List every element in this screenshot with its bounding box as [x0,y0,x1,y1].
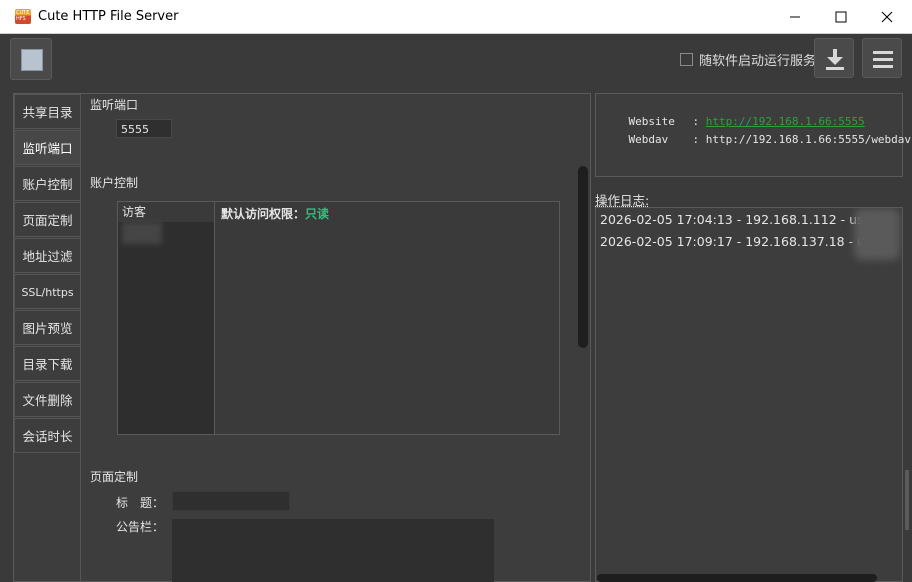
title-bar: CUTE HFS Cute HTTP File Server [0,0,912,34]
maximize-icon [835,11,847,23]
app-icon: CUTE HFS [15,9,31,24]
port-section-title: 监听端口 [90,98,139,112]
notice-textarea[interactable] [172,519,494,582]
nav-item-session-duration[interactable]: 会话时长 [14,418,80,453]
app-icon-text: CUTE HFS [16,10,30,22]
maximize-button[interactable] [818,0,864,33]
title-label: 标 题： [116,496,165,510]
default-permission: 默认访问权限：只读 [221,205,329,222]
menu-button[interactable] [862,38,902,78]
default-permission-value[interactable]: 只读 [305,207,329,221]
blurred-region [854,208,900,260]
page-section-title: 页面定制 [90,470,139,484]
download-button[interactable] [814,38,854,78]
hamburger-icon [873,51,893,68]
account-list[interactable]: 访客 [118,202,215,434]
stop-icon [21,49,43,71]
stop-server-button[interactable] [10,38,52,80]
close-button[interactable] [864,0,910,33]
nav-item-file-delete[interactable]: 文件删除 [14,382,80,417]
toolbar: 随软件启动运行服务 [0,34,912,84]
nav-item-address-filter[interactable]: 地址过滤 [14,238,80,273]
nav-item-image-preview[interactable]: 图片预览 [14,310,80,345]
log-panel[interactable]: 2026-02-05 17:04:13 - 192.168.1.112 - us… [595,207,903,582]
log-line: 2026-02-05 17:04:13 - 192.168.1.112 - us… [600,212,877,227]
nav-item-dir-download[interactable]: 目录下载 [14,346,80,381]
webdav-url[interactable]: http://192.168.1.66:5555/webdav [706,133,911,146]
nav-item-page-custom[interactable]: 页面定制 [14,202,80,237]
log-horizontal-scrollbar[interactable] [597,574,877,582]
settings-scrollbar[interactable] [578,166,588,348]
minimize-button[interactable] [772,0,818,33]
notice-label: 公告栏： [116,520,165,534]
account-section-title: 账户控制 [90,176,139,190]
url-panel: Website: http://192.168.1.66:5555 Webdav… [595,93,911,177]
nav-item-ssl[interactable]: SSL/https [14,274,80,309]
nav-item-shared-dirs[interactable]: 共享目录 [14,94,80,129]
account-list-item-guest[interactable]: 访客 [118,202,214,222]
webdav-key: Webdav [628,133,669,146]
default-permission-label: 默认访问权限： [221,207,306,221]
checkbox-box[interactable] [680,52,693,66]
minimize-icon [790,16,800,18]
window-edge-scrollbar[interactable] [905,470,909,530]
blurred-region [122,222,162,244]
webdav-separator: : [692,133,706,146]
webdav-row: Webdav: http://192.168.1.66:5555/webdav [602,120,912,159]
window-title: Cute HTTP File Server [38,9,179,24]
autostart-checkbox[interactable]: 随软件启动运行服务 [680,50,817,69]
port-input[interactable]: 5555 [116,119,172,138]
nav-item-account-control[interactable]: 账户控制 [14,166,80,201]
nav-divider [80,94,81,582]
autostart-label: 随软件启动运行服务 [699,53,817,69]
download-icon [826,49,844,70]
close-icon [881,11,893,23]
nav-item-listen-port[interactable]: 监听端口 [14,130,80,165]
title-input[interactable] [172,491,290,511]
log-line: 2026-02-05 17:09:17 - 192.168.137.18 - u… [600,234,885,249]
settings-nav: 共享目录 监听端口 账户控制 页面定制 地址过滤 SSL/https 图片预览 … [14,94,80,454]
